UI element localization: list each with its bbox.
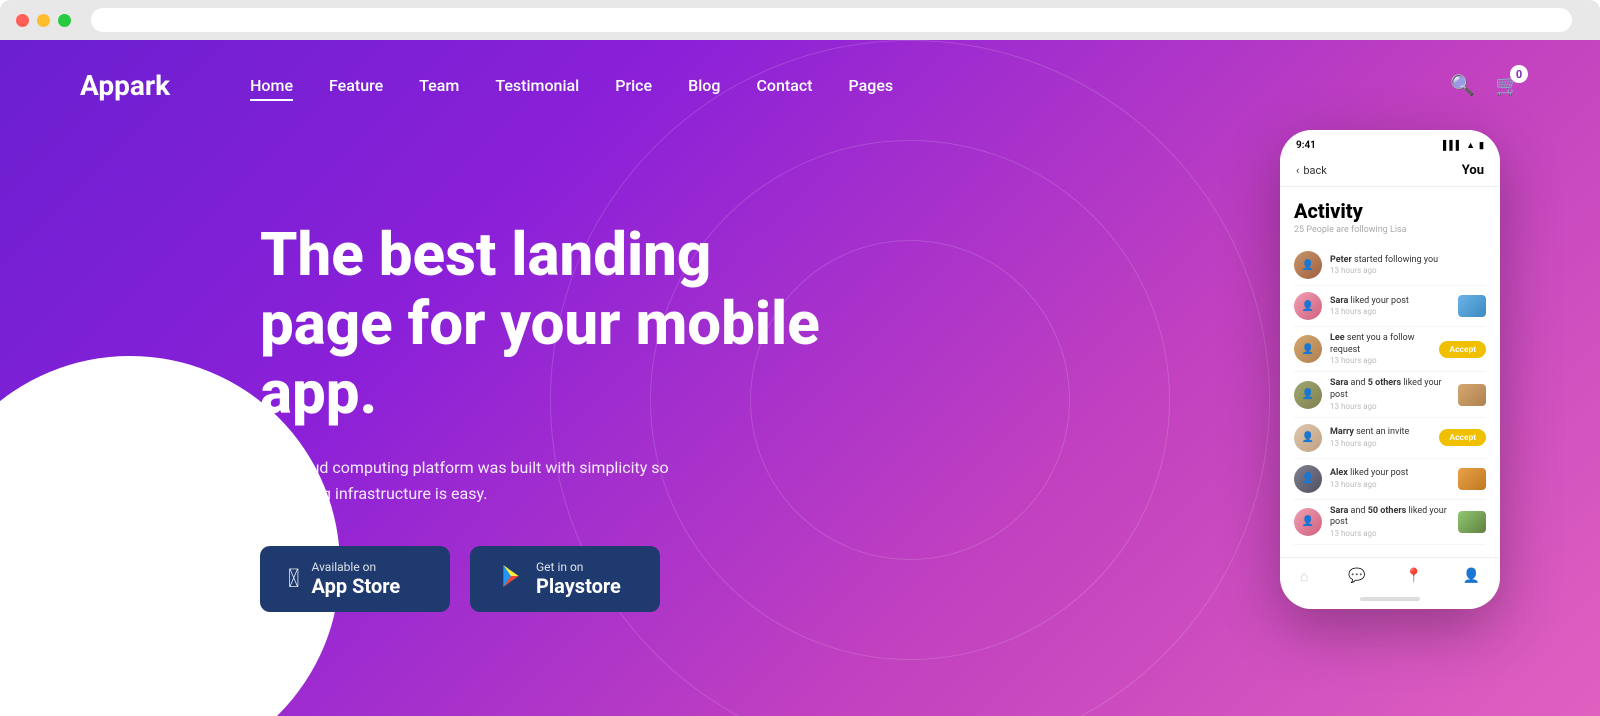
avatar: 👤 — [1294, 424, 1322, 452]
activity-info: Sara and 5 others liked your post 13 hou… — [1330, 378, 1450, 410]
phone-back-button[interactable]: ‹ back — [1296, 164, 1327, 177]
hero-title: The best landing page for your mobile ap… — [260, 220, 820, 427]
phone-nav-bar: ‹ back You — [1280, 155, 1500, 187]
activity-time: 13 hours ago — [1330, 356, 1431, 365]
phone-bottom-nav: ⌂ 💬 📍 👤 — [1280, 557, 1500, 591]
activity-thumbnail — [1458, 295, 1486, 317]
activity-text: Peter started following you — [1330, 255, 1486, 267]
browser-chrome — [0, 0, 1600, 40]
activity-time: 13 hours ago — [1330, 480, 1450, 489]
activity-text: Lee sent you a follow request — [1330, 333, 1431, 356]
avatar: 👤 — [1294, 292, 1322, 320]
activity-item: 👤 Sara and 50 others liked your post 13 … — [1294, 500, 1486, 545]
activity-text: Sara and 5 others liked your post — [1330, 378, 1450, 401]
phone-content: Activity 25 People are following Lisa 👤 … — [1280, 187, 1500, 557]
activity-item: 👤 Sara liked your post 13 hours ago — [1294, 286, 1486, 327]
playstore-button-text: Get in on Playstore — [536, 560, 621, 598]
activity-time: 13 hours ago — [1330, 307, 1450, 316]
site-wrapper: Appark Home Feature Team Testimonial Pri… — [0, 40, 1600, 716]
appstore-large-label: App Store — [312, 574, 401, 598]
nav-link-feature[interactable]: Feature — [329, 76, 383, 95]
activity-info: Peter started following you 13 hours ago — [1330, 255, 1486, 276]
nav-link-team[interactable]: Team — [419, 76, 459, 95]
activity-info: Marry sent an invite 13 hours ago — [1330, 427, 1431, 448]
nav-link-price[interactable]: Price — [615, 76, 652, 95]
activity-info: Alex liked your post 13 hours ago — [1330, 468, 1450, 489]
activity-item: 👤 Alex liked your post 13 hours ago — [1294, 459, 1486, 500]
activity-text: Sara liked your post — [1330, 296, 1450, 308]
cart-icon[interactable]: 🛒 0 — [1495, 73, 1520, 97]
activity-text: Marry sent an invite — [1330, 427, 1431, 439]
avatar: 👤 — [1294, 335, 1322, 363]
activity-subtitle: 25 People are following Lisa — [1294, 225, 1486, 235]
activity-info: Sara liked your post 13 hours ago — [1330, 296, 1450, 317]
chevron-left-icon: ‹ — [1296, 164, 1299, 177]
avatar: 👤 — [1294, 251, 1322, 279]
cta-buttons:  Available on App Store — [260, 546, 820, 612]
activity-item: 👤 Marry sent an invite 13 hours ago Acce… — [1294, 418, 1486, 459]
signal-icon: ▌▌▌ — [1443, 140, 1462, 151]
activity-time: 13 hours ago — [1330, 266, 1486, 275]
minimize-button[interactable] — [37, 14, 50, 27]
activity-text: Alex liked your post — [1330, 468, 1450, 480]
accept-button[interactable]: Accept — [1439, 429, 1486, 446]
accept-button[interactable]: Accept — [1439, 341, 1486, 358]
home-bar — [1360, 597, 1420, 601]
home-nav-icon[interactable]: ⌂ — [1300, 568, 1308, 585]
battery-icon: ▮ — [1479, 141, 1484, 151]
nav-link-contact[interactable]: Contact — [756, 76, 812, 95]
playstore-icon — [498, 563, 524, 596]
wifi-icon: ▲ — [1466, 140, 1475, 151]
logo[interactable]: Appark — [80, 69, 170, 102]
activity-thumbnail — [1458, 511, 1486, 533]
navbar: Appark Home Feature Team Testimonial Pri… — [0, 40, 1600, 130]
hero-text: The best landing page for your mobile ap… — [260, 190, 820, 612]
activity-time: 13 hours ago — [1330, 402, 1450, 411]
home-indicator — [1280, 591, 1500, 609]
avatar: 👤 — [1294, 381, 1322, 409]
nav-link-pages[interactable]: Pages — [849, 76, 894, 95]
activity-time: 13 hours ago — [1330, 529, 1450, 538]
phone-status-bar: 9:41 ▌▌▌ ▲ ▮ — [1280, 130, 1500, 155]
phone-status-icons: ▌▌▌ ▲ ▮ — [1443, 140, 1484, 151]
appstore-button[interactable]:  Available on App Store — [260, 546, 450, 612]
nav-right: 🔍 🛒 0 — [1450, 73, 1520, 97]
activity-item: 👤 Peter started following you 13 hours a… — [1294, 245, 1486, 286]
activity-text: Sara and 50 others liked your post — [1330, 506, 1450, 529]
cart-badge: 0 — [1510, 65, 1528, 83]
avatar: 👤 — [1294, 508, 1322, 536]
playstore-large-label: Playstore — [536, 574, 621, 598]
profile-nav-icon[interactable]: 👤 — [1463, 568, 1480, 585]
nav-link-blog[interactable]: Blog — [688, 76, 720, 95]
activity-info: Lee sent you a follow request 13 hours a… — [1330, 333, 1431, 365]
nav-links: Home Feature Team Testimonial Price Blog… — [250, 76, 1450, 95]
back-label: back — [1303, 164, 1327, 177]
activity-thumbnail — [1458, 384, 1486, 406]
appstore-small-label: Available on — [312, 560, 401, 574]
playstore-small-label: Get in on — [536, 560, 621, 574]
appstore-button-text: Available on App Store — [312, 560, 401, 598]
phone-mockup-area: 9:41 ▌▌▌ ▲ ▮ ‹ back You Activity 25 Peop… — [1280, 130, 1500, 609]
apple-icon:  — [288, 564, 300, 594]
maximize-button[interactable] — [58, 14, 71, 27]
activity-thumbnail — [1458, 468, 1486, 490]
address-bar[interactable] — [91, 8, 1572, 32]
location-nav-icon[interactable]: 📍 — [1405, 568, 1422, 585]
hero-subtitle: Our cloud computing platform was built w… — [260, 455, 690, 506]
phone-time: 9:41 — [1296, 140, 1316, 151]
phone-mockup: 9:41 ▌▌▌ ▲ ▮ ‹ back You Activity 25 Peop… — [1280, 130, 1500, 609]
activity-time: 13 hours ago — [1330, 439, 1431, 448]
message-nav-icon[interactable]: 💬 — [1348, 568, 1365, 585]
avatar: 👤 — [1294, 465, 1322, 493]
activity-item: 👤 Sara and 5 others liked your post 13 h… — [1294, 372, 1486, 417]
playstore-button[interactable]: Get in on Playstore — [470, 546, 660, 612]
nav-link-testimonial[interactable]: Testimonial — [495, 76, 579, 95]
activity-title: Activity — [1294, 199, 1486, 223]
activity-info: Sara and 50 others liked your post 13 ho… — [1330, 506, 1450, 538]
close-button[interactable] — [16, 14, 29, 27]
nav-link-home[interactable]: Home — [250, 76, 293, 95]
activity-item: 👤 Lee sent you a follow request 13 hours… — [1294, 327, 1486, 372]
search-icon[interactable]: 🔍 — [1450, 73, 1475, 97]
phone-you-label: You — [1462, 163, 1484, 178]
